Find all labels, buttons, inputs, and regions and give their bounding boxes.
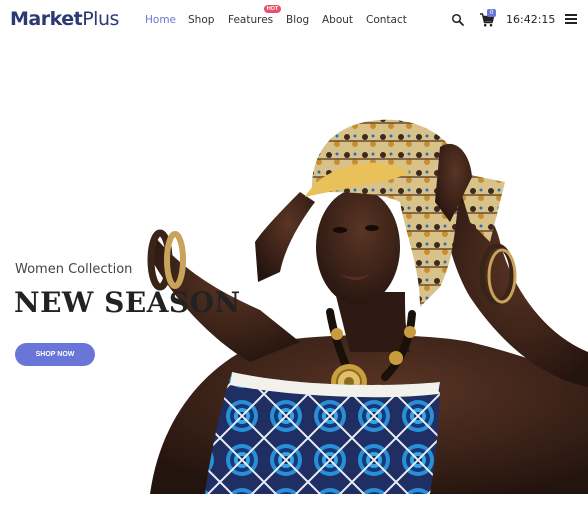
hamburger-menu-icon[interactable]	[565, 14, 577, 24]
site-logo[interactable]: MarketPlus	[10, 8, 119, 30]
site-header: MarketPlus Home Shop Features Blog About…	[0, 0, 588, 42]
nav-features[interactable]: Features	[228, 14, 273, 26]
nav-about[interactable]: About	[322, 14, 353, 26]
hero-banner: Women Collection NEW SEASON SHOP NOW	[0, 42, 588, 494]
cart-count-badge: 0	[487, 9, 496, 17]
nav-contact[interactable]: Contact	[366, 14, 407, 26]
nav-blog[interactable]: Blog	[286, 14, 309, 26]
shop-now-button[interactable]: SHOP NOW	[15, 343, 95, 366]
hero-headline: NEW SEASON	[14, 286, 241, 319]
logo-plus-text: Plus	[82, 8, 119, 30]
logo-market-text: Market	[10, 8, 83, 30]
nav-shop[interactable]: Shop	[188, 14, 214, 26]
hero-kicker: Women Collection	[15, 262, 133, 277]
nav-home[interactable]: Home	[145, 14, 176, 26]
header-clock: 16:42:15	[506, 13, 556, 26]
search-icon[interactable]	[451, 13, 465, 27]
hot-badge: HOT	[264, 5, 281, 13]
